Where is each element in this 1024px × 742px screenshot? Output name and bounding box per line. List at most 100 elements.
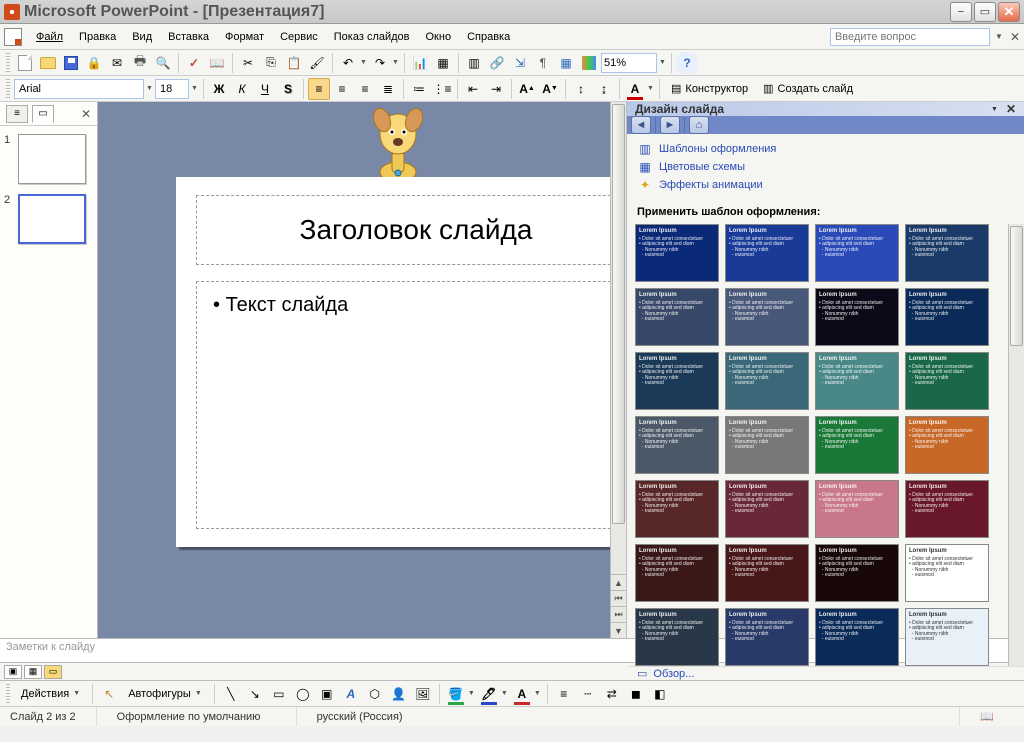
design-template-thumbnail[interactable]: Lorem Ipsum• Dolor sit amet consectetuer…: [905, 224, 989, 282]
line-color-button[interactable]: 🖊: [478, 683, 500, 705]
design-templates-link[interactable]: ▥ Шаблоны оформления: [637, 140, 1014, 158]
current-slide[interactable]: Заголовок слайда Текст слайда: [176, 177, 626, 547]
select-objects-button[interactable]: ↖: [98, 683, 120, 705]
redo-dropdown[interactable]: ▼: [391, 59, 400, 66]
underline-button[interactable]: Ч: [254, 78, 276, 100]
design-template-thumbnail[interactable]: Lorem Ipsum• Dolor sit amet consectetuer…: [635, 544, 719, 602]
design-template-thumbnail[interactable]: Lorem Ipsum• Dolor sit amet consectetuer…: [635, 352, 719, 410]
color-grayscale-button[interactable]: [578, 52, 600, 74]
wordart-tool[interactable]: A: [340, 683, 362, 705]
taskpane-back-button[interactable]: ◄: [631, 116, 651, 134]
new-slide-button[interactable]: ▥Создать слайд: [756, 78, 860, 100]
permission-button[interactable]: 🔒: [83, 52, 105, 74]
fill-color-dropdown[interactable]: ▼: [467, 690, 476, 697]
templates-scrollbar[interactable]: [1008, 224, 1024, 666]
line-style-button[interactable]: ≡: [553, 683, 575, 705]
menu-insert[interactable]: Вставка: [160, 26, 217, 48]
redo-button[interactable]: ↷: [369, 52, 391, 74]
show-formatting-button[interactable]: ¶: [532, 52, 554, 74]
arrow-tool[interactable]: ↘: [244, 683, 266, 705]
design-template-thumbnail[interactable]: Lorem Ipsum• Dolor sit amet consectetuer…: [905, 288, 989, 346]
font-size-dropdown[interactable]: ▼: [190, 85, 199, 92]
prev-slide-double-button[interactable]: ⏮: [611, 590, 626, 606]
toolbar-grip[interactable]: [6, 79, 10, 99]
design-template-thumbnail[interactable]: Lorem Ipsum• Dolor sit amet consectetuer…: [725, 480, 809, 538]
rectangle-tool[interactable]: ▭: [268, 683, 290, 705]
font-size-select[interactable]: [155, 79, 189, 99]
scrollbar-thumb[interactable]: [612, 104, 625, 524]
slide-design-button[interactable]: ▤Конструктор: [664, 78, 755, 100]
zoom-select[interactable]: [601, 53, 657, 73]
autoshapes-menu[interactable]: Автофигуры▼: [122, 684, 209, 704]
slide-body-placeholder[interactable]: Текст слайда: [196, 281, 626, 529]
arrow-style-button[interactable]: ⇄: [601, 683, 623, 705]
menu-tools[interactable]: Сервис: [272, 26, 326, 48]
design-template-thumbnail[interactable]: Lorem Ipsum• Dolor sit amet consectetuer…: [905, 416, 989, 474]
design-template-thumbnail[interactable]: Lorem Ipsum• Dolor sit amet consectetuer…: [905, 352, 989, 410]
design-template-thumbnail[interactable]: Lorem Ipsum• Dolor sit amet consectetuer…: [905, 544, 989, 602]
increase-font-button[interactable]: A▲: [516, 78, 538, 100]
tables-borders-button[interactable]: ▥: [463, 52, 485, 74]
research-button[interactable]: 📖: [206, 52, 228, 74]
minimize-button[interactable]: −: [950, 2, 972, 22]
clipart-tool[interactable]: 👤: [388, 683, 410, 705]
italic-button[interactable]: К: [231, 78, 253, 100]
templates-grid[interactable]: Lorem Ipsum• Dolor sit amet consectetuer…: [635, 224, 1002, 666]
format-painter-button[interactable]: 🖌: [306, 52, 328, 74]
3d-style-button[interactable]: ◧: [649, 683, 671, 705]
design-template-thumbnail[interactable]: Lorem Ipsum• Dolor sit amet consectetuer…: [815, 416, 899, 474]
email-button[interactable]: ✉: [106, 52, 128, 74]
maximize-button[interactable]: ▭: [974, 2, 996, 22]
text-shadow-button[interactable]: S: [277, 78, 299, 100]
animation-effects-link[interactable]: ✦ Эффекты анимации: [637, 176, 1014, 194]
print-preview-button[interactable]: 🔍: [152, 52, 174, 74]
slide-sorter-view-button[interactable]: ▦: [24, 665, 42, 679]
close-button[interactable]: ✕: [998, 2, 1020, 22]
decrease-spacing-button[interactable]: ↕: [570, 78, 592, 100]
toolbar-grip[interactable]: [6, 684, 10, 704]
design-template-thumbnail[interactable]: Lorem Ipsum• Dolor sit amet consectetuer…: [815, 608, 899, 666]
design-template-thumbnail[interactable]: Lorem Ipsum• Dolor sit amet consectetuer…: [725, 544, 809, 602]
design-template-thumbnail[interactable]: Lorem Ipsum• Dolor sit amet consectetuer…: [635, 480, 719, 538]
browse-templates-link[interactable]: ▭ Обзор...: [627, 666, 1024, 680]
taskpane-home-button[interactable]: ⌂: [689, 116, 709, 134]
status-language[interactable]: русский (Россия): [296, 707, 423, 726]
menu-edit[interactable]: Правка: [71, 26, 124, 48]
undo-dropdown[interactable]: ▼: [359, 59, 368, 66]
line-color-dropdown[interactable]: ▼: [500, 690, 509, 697]
insert-chart-button[interactable]: 📊: [409, 52, 431, 74]
outline-tab[interactable]: ≡: [6, 105, 28, 123]
copy-button[interactable]: ⎘: [260, 52, 282, 74]
fill-color-button[interactable]: 🪣: [445, 683, 467, 705]
spell-check-button[interactable]: ✓: [183, 52, 205, 74]
insert-hyperlink-button[interactable]: 🔗: [486, 52, 508, 74]
increase-indent-button[interactable]: ⇥: [485, 78, 507, 100]
color-schemes-link[interactable]: ▦ Цветовые схемы: [637, 158, 1014, 176]
decrease-font-button[interactable]: A▼: [539, 78, 561, 100]
distributed-button[interactable]: ≣: [377, 78, 399, 100]
next-slide-double-button[interactable]: ⏭: [611, 606, 626, 622]
font-color-button[interactable]: A: [511, 683, 533, 705]
increase-spacing-button[interactable]: ↨: [593, 78, 615, 100]
thumbnails-list[interactable]: 1 2: [0, 126, 97, 638]
align-right-button[interactable]: ≡: [354, 78, 376, 100]
design-template-thumbnail[interactable]: Lorem Ipsum• Dolor sit amet consectetuer…: [635, 608, 719, 666]
actions-menu[interactable]: Действия▼: [15, 684, 87, 704]
design-template-thumbnail[interactable]: Lorem Ipsum• Dolor sit amet consectetuer…: [635, 224, 719, 282]
show-grid-button[interactable]: ▦: [555, 52, 577, 74]
paste-button[interactable]: 📋: [283, 52, 305, 74]
line-tool[interactable]: ╲: [220, 683, 242, 705]
prev-slide-button[interactable]: ▲: [611, 574, 626, 590]
help-search-dropdown[interactable]: ▼: [992, 30, 1006, 44]
status-spelling-icon[interactable]: 📖: [959, 707, 1014, 726]
align-left-button[interactable]: ≡: [308, 78, 330, 100]
vertical-scrollbar[interactable]: ▲ ⏮ ⏭ ▼: [610, 102, 626, 638]
slide-title-placeholder[interactable]: Заголовок слайда: [196, 195, 626, 265]
design-template-thumbnail[interactable]: Lorem Ipsum• Dolor sit amet consectetuer…: [635, 416, 719, 474]
font-color-dropdown[interactable]: ▼: [533, 690, 542, 697]
next-slide-button[interactable]: ▼: [611, 622, 626, 638]
document-close-button[interactable]: ✕: [1010, 30, 1020, 44]
slide-thumbnail-1[interactable]: [18, 134, 86, 184]
new-button[interactable]: [14, 52, 36, 74]
menu-file[interactable]: Файл: [28, 26, 71, 48]
